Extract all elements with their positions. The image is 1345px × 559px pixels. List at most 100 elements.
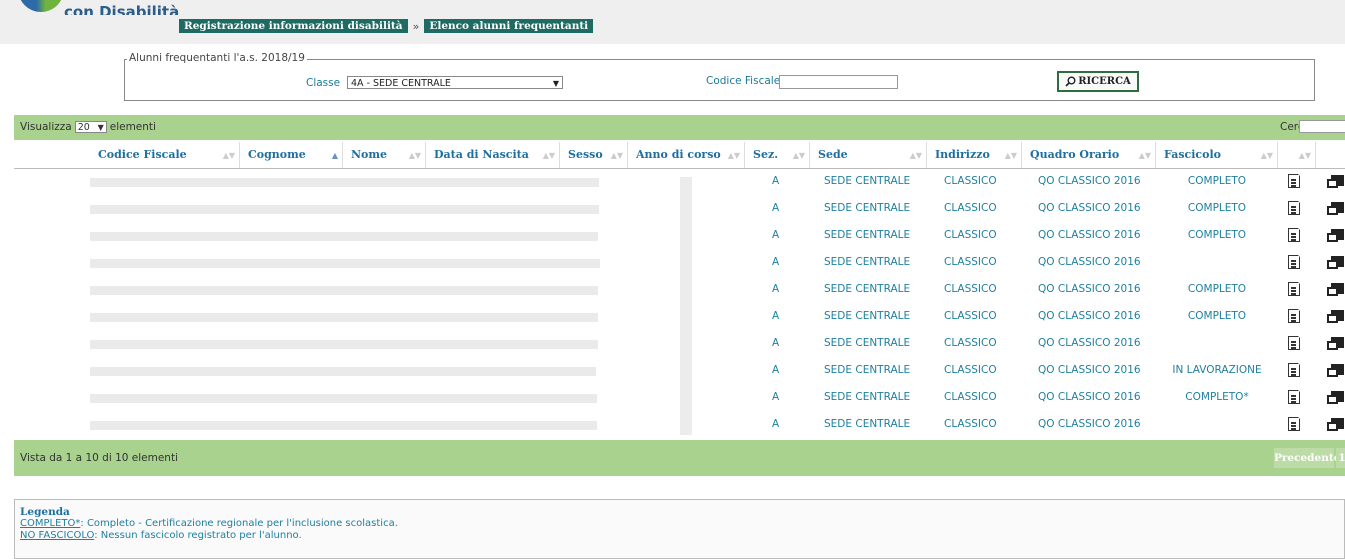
- table-info: Vista da 1 a 10 di 10 elementi: [20, 452, 178, 464]
- sort-icon: ▲▼: [1004, 150, 1017, 160]
- page-length-select[interactable]: 20 ▼: [74, 121, 107, 133]
- document-icon[interactable]: [1288, 173, 1301, 188]
- search-icon: [1065, 76, 1076, 87]
- cell-sez: A: [772, 256, 780, 268]
- copy-icon-front: [1327, 395, 1338, 404]
- cell-indirizzo: CLASSICO: [944, 364, 997, 376]
- column-nome[interactable]: Nome ▲▼: [343, 142, 426, 168]
- table-row: A SEDE CENTRALE CLASSICO QO CLASSICO 2016 CO…: [14, 276, 1345, 303]
- cell-fascicolo[interactable]: COMPLETO: [1156, 168, 1278, 195]
- copy-icon[interactable]: [1327, 229, 1344, 243]
- table-row: A SEDE CENTRALE CLASSICO QO CLASSICO 2016 CO…: [14, 222, 1345, 249]
- table-row: A SEDE CENTRALE CLASSICO QO CLASSICO 2016 IN…: [14, 357, 1345, 384]
- document-icon[interactable]: [1288, 335, 1301, 350]
- cell-indirizzo: CLASSICO: [944, 337, 997, 349]
- sort-ascending-icon: ▲: [331, 150, 338, 160]
- breadcrumb-registrazione[interactable]: Registrazione informazioni disabilità: [179, 19, 408, 33]
- cell-fascicolo[interactable]: COMPLETO: [1156, 222, 1278, 249]
- legend-box: Legenda COMPLETO*: Completo - Certificaz…: [14, 499, 1345, 559]
- copy-icon-front: [1327, 368, 1338, 377]
- copy-icon[interactable]: [1327, 337, 1344, 351]
- cell-sede: SEDE CENTRALE: [824, 202, 911, 214]
- filter-fieldset: Alunni frequentanti l'a.s. 2018/19 Class…: [124, 52, 1315, 101]
- column-sesso[interactable]: Sesso ▲▼: [560, 142, 628, 168]
- classe-select[interactable]: 4A - SEDE CENTRALE ▼: [347, 76, 563, 89]
- cell-sez: A: [772, 175, 780, 187]
- document-icon[interactable]: [1288, 308, 1301, 323]
- column-quadro-orario[interactable]: Quadro Orario ▲▼: [1022, 142, 1156, 168]
- cell-quadro-orario: QO CLASSICO 2016: [1038, 283, 1141, 295]
- column-data-di-nascita[interactable]: Data di Nascita ▲▼: [426, 142, 560, 168]
- cell-quadro-orario: QO CLASSICO 2016: [1038, 256, 1141, 268]
- column-codice-fiscale[interactable]: Codice Fiscale ▲▼: [90, 142, 240, 168]
- sort-icon: ▲▼: [909, 150, 922, 160]
- legend-completo-star-link[interactable]: COMPLETO*: [20, 518, 80, 529]
- cell-fascicolo[interactable]: COMPLETO*: [1156, 384, 1278, 411]
- cell-quadro-orario: QO CLASSICO 2016: [1038, 175, 1141, 187]
- codice-fiscale-label: Codice Fiscale: [706, 75, 781, 87]
- pagination-previous-button[interactable]: Precedente: [1274, 448, 1340, 468]
- document-icon[interactable]: [1288, 227, 1301, 242]
- redacted-personal-data: [90, 340, 598, 349]
- cell-fascicolo[interactable]: IN LAVORAZIONE: [1156, 357, 1278, 384]
- document-icon[interactable]: [1288, 281, 1301, 296]
- cell-indirizzo: CLASSICO: [944, 391, 997, 403]
- copy-icon[interactable]: [1327, 256, 1344, 270]
- document-icon[interactable]: [1288, 416, 1301, 431]
- cell-fascicolo[interactable]: COMPLETO: [1156, 303, 1278, 330]
- table-header: Codice Fiscale ▲▼ Cognome ▲ Nome ▲▼ Data di…: [14, 142, 1345, 169]
- column-action-2[interactable]: [1316, 142, 1345, 168]
- redacted-personal-data: [90, 178, 599, 187]
- codice-fiscale-input[interactable]: [779, 75, 898, 89]
- cell-fascicolo[interactable]: [1156, 330, 1278, 357]
- copy-icon[interactable]: [1327, 391, 1344, 405]
- cell-sede: SEDE CENTRALE: [824, 364, 911, 376]
- ricerca-button-label: RICERCA: [1078, 76, 1131, 87]
- copy-icon[interactable]: [1327, 418, 1344, 432]
- column-fascicolo[interactable]: Fascicolo ▲▼: [1156, 142, 1278, 168]
- table-search-input[interactable]: [1299, 120, 1345, 133]
- copy-icon[interactable]: [1327, 175, 1344, 189]
- copy-icon[interactable]: [1327, 202, 1344, 216]
- legend-item-no-fascicolo: NO FASCICOLO: Nessun fascicolo registrat…: [20, 530, 302, 541]
- cell-fascicolo[interactable]: [1156, 249, 1278, 276]
- sort-icon: ▲▼: [542, 150, 555, 160]
- breadcrumb-separator: »: [412, 19, 420, 33]
- sort-icon: ▲▼: [1260, 150, 1273, 160]
- cell-sede: SEDE CENTRALE: [824, 391, 911, 403]
- cell-sez: A: [772, 337, 780, 349]
- elementi-label: elementi: [109, 121, 156, 133]
- cell-fascicolo[interactable]: [1156, 411, 1278, 438]
- copy-icon[interactable]: [1327, 283, 1344, 297]
- column-indirizzo[interactable]: Indirizzo ▲▼: [927, 142, 1022, 168]
- document-icon[interactable]: [1288, 362, 1301, 377]
- redacted-personal-data: [90, 205, 599, 214]
- column-action-1[interactable]: ▲▼: [1278, 142, 1316, 168]
- pagination-page-1[interactable]: 1: [1336, 448, 1345, 468]
- sort-icon: ▲▼: [1138, 150, 1151, 160]
- app-logo: [18, 0, 64, 12]
- copy-icon[interactable]: [1327, 310, 1344, 324]
- column-sez[interactable]: Sez. ▲▼: [745, 142, 810, 168]
- breadcrumb-elenco-alunni[interactable]: Elenco alunni frequentanti: [424, 19, 594, 33]
- cell-sez: A: [772, 310, 780, 322]
- document-icon[interactable]: [1288, 389, 1301, 404]
- column-anno-di-corso[interactable]: Anno di corso ▲▼: [628, 142, 745, 168]
- document-icon[interactable]: [1288, 200, 1301, 215]
- cell-fascicolo[interactable]: COMPLETO: [1156, 276, 1278, 303]
- copy-icon[interactable]: [1327, 364, 1344, 378]
- cell-indirizzo: CLASSICO: [944, 283, 997, 295]
- cell-sez: A: [772, 202, 780, 214]
- visualizza-label: Visualizza: [20, 121, 72, 133]
- column-cognome[interactable]: Cognome ▲: [240, 142, 343, 168]
- copy-icon-front: [1327, 260, 1338, 269]
- document-icon[interactable]: [1288, 254, 1301, 269]
- cell-fascicolo[interactable]: COMPLETO: [1156, 195, 1278, 222]
- legend-no-fascicolo-link[interactable]: NO FASCICOLO: [20, 530, 94, 541]
- cell-indirizzo: CLASSICO: [944, 229, 997, 241]
- ricerca-button[interactable]: RICERCA: [1057, 71, 1139, 92]
- column-sede[interactable]: Sede ▲▼: [810, 142, 927, 168]
- table-toolbar: Visualizza 20 ▼ elementi Cerca:: [14, 115, 1345, 140]
- table-row: A SEDE CENTRALE CLASSICO QO CLASSICO 2016 CO…: [14, 195, 1345, 222]
- cell-indirizzo: CLASSICO: [944, 175, 997, 187]
